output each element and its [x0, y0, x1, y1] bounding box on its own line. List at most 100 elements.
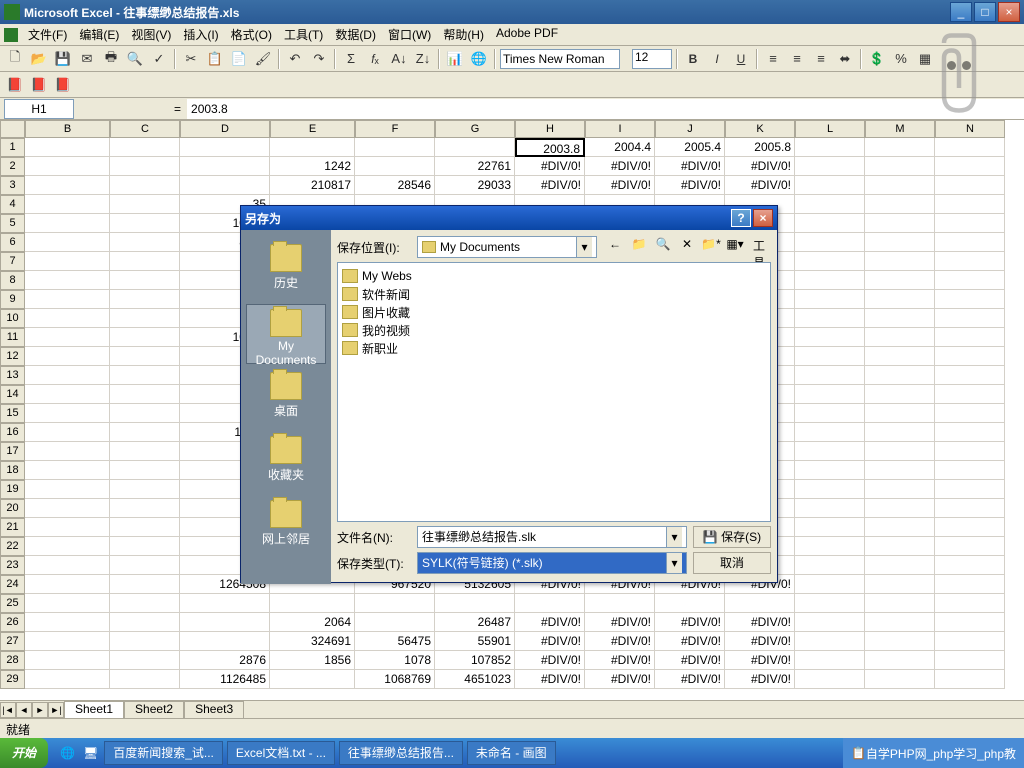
dialog-titlebar[interactable]: 另存为 ? × [241, 206, 777, 230]
cell-N9[interactable] [935, 290, 1005, 309]
cell-C10[interactable] [110, 309, 180, 328]
newfolder-button[interactable]: 📁* [701, 237, 721, 257]
cell-H25[interactable] [515, 594, 585, 613]
cell-M2[interactable] [865, 157, 935, 176]
fontsize-select[interactable]: 12 [632, 49, 672, 69]
menu-帮助[interactable]: 帮助(H) [437, 24, 490, 45]
filetype-combo[interactable]: SYLK(符号链接) (*.slk)▾ [417, 552, 687, 574]
select-all-corner[interactable] [0, 120, 25, 138]
row-header-23[interactable]: 23 [0, 556, 25, 575]
cell-I1[interactable]: 2004.4 [585, 138, 655, 157]
cell-G26[interactable]: 26487 [435, 613, 515, 632]
cell-M12[interactable] [865, 347, 935, 366]
file-item[interactable]: 我的视频 [342, 321, 766, 339]
cell-B11[interactable] [25, 328, 110, 347]
cell-L25[interactable] [795, 594, 865, 613]
row-header-12[interactable]: 12 [0, 347, 25, 366]
cell-E3[interactable]: 210817 [270, 176, 355, 195]
pdf3-button[interactable]: 📕 [52, 74, 74, 96]
col-header-B[interactable]: B [25, 120, 110, 138]
menu-数据[interactable]: 数据(D) [329, 24, 382, 45]
cell-B26[interactable] [25, 613, 110, 632]
cell-L2[interactable] [795, 157, 865, 176]
underline-button[interactable]: U [730, 48, 752, 70]
cell-M4[interactable] [865, 195, 935, 214]
dialog-help-button[interactable]: ? [731, 209, 751, 227]
row-header-19[interactable]: 19 [0, 480, 25, 499]
nav-first[interactable]: |◄ [0, 702, 16, 718]
cell-I27[interactable]: #DIV/0! [585, 632, 655, 651]
menu-编辑[interactable]: 编辑(E) [73, 24, 125, 45]
cell-F1[interactable] [355, 138, 435, 157]
cell-B10[interactable] [25, 309, 110, 328]
search-web-button[interactable]: 🔍 [653, 237, 673, 257]
italic-button[interactable]: I [706, 48, 728, 70]
cell-N3[interactable] [935, 176, 1005, 195]
cell-M7[interactable] [865, 252, 935, 271]
row-header-4[interactable]: 4 [0, 195, 25, 214]
cell-C18[interactable] [110, 461, 180, 480]
delete-button[interactable]: ✕ [677, 237, 697, 257]
file-item[interactable]: 图片收藏 [342, 303, 766, 321]
cell-M5[interactable] [865, 214, 935, 233]
cell-E26[interactable]: 2064 [270, 613, 355, 632]
cell-E28[interactable]: 1856 [270, 651, 355, 670]
cell-C26[interactable] [110, 613, 180, 632]
row-header-22[interactable]: 22 [0, 537, 25, 556]
formula-input[interactable]: 2003.8 [187, 99, 1024, 119]
cell-G2[interactable]: 22761 [435, 157, 515, 176]
menu-文件[interactable]: 文件(F) [22, 24, 73, 45]
cell-L24[interactable] [795, 575, 865, 594]
redo-button[interactable]: ↷ [308, 48, 330, 70]
col-header-K[interactable]: K [725, 120, 795, 138]
cell-M29[interactable] [865, 670, 935, 689]
cell-N20[interactable] [935, 499, 1005, 518]
cell-C28[interactable] [110, 651, 180, 670]
cell-L16[interactable] [795, 423, 865, 442]
menu-工具[interactable]: 工具(T) [278, 24, 329, 45]
close-button[interactable]: × [998, 2, 1020, 22]
cell-N28[interactable] [935, 651, 1005, 670]
cell-L5[interactable] [795, 214, 865, 233]
sort-asc-button[interactable]: A↓ [388, 48, 410, 70]
col-header-G[interactable]: G [435, 120, 515, 138]
nav-next[interactable]: ► [32, 702, 48, 718]
cell-M10[interactable] [865, 309, 935, 328]
col-header-C[interactable]: C [110, 120, 180, 138]
row-header-26[interactable]: 26 [0, 613, 25, 632]
dialog-close-button[interactable]: × [753, 209, 773, 227]
row-header-5[interactable]: 5 [0, 214, 25, 233]
filename-input[interactable]: 往事缥缈总结报告.slk▾ [417, 526, 687, 548]
cell-L11[interactable] [795, 328, 865, 347]
cell-N26[interactable] [935, 613, 1005, 632]
cell-D28[interactable]: 2876 [180, 651, 270, 670]
cell-B1[interactable] [25, 138, 110, 157]
cell-I25[interactable] [585, 594, 655, 613]
row-header-10[interactable]: 10 [0, 309, 25, 328]
cell-C6[interactable] [110, 233, 180, 252]
map-button[interactable]: 🌐 [468, 48, 490, 70]
cell-B9[interactable] [25, 290, 110, 309]
cell-N16[interactable] [935, 423, 1005, 442]
cell-M8[interactable] [865, 271, 935, 290]
cell-M22[interactable] [865, 537, 935, 556]
cell-L4[interactable] [795, 195, 865, 214]
cell-I29[interactable]: #DIV/0! [585, 670, 655, 689]
cell-K1[interactable]: 2005.8 [725, 138, 795, 157]
row-header-14[interactable]: 14 [0, 385, 25, 404]
cell-J29[interactable]: #DIV/0! [655, 670, 725, 689]
menu-视图[interactable]: 视图(V) [125, 24, 177, 45]
cell-M9[interactable] [865, 290, 935, 309]
cell-M16[interactable] [865, 423, 935, 442]
currency-button[interactable]: 💲 [866, 48, 888, 70]
cell-G3[interactable]: 29033 [435, 176, 515, 195]
cell-L19[interactable] [795, 480, 865, 499]
pdf1-button[interactable]: 📕 [4, 74, 26, 96]
cell-L28[interactable] [795, 651, 865, 670]
bold-button[interactable]: B [682, 48, 704, 70]
cell-N18[interactable] [935, 461, 1005, 480]
cell-J25[interactable] [655, 594, 725, 613]
cell-B12[interactable] [25, 347, 110, 366]
row-header-20[interactable]: 20 [0, 499, 25, 518]
cell-C9[interactable] [110, 290, 180, 309]
